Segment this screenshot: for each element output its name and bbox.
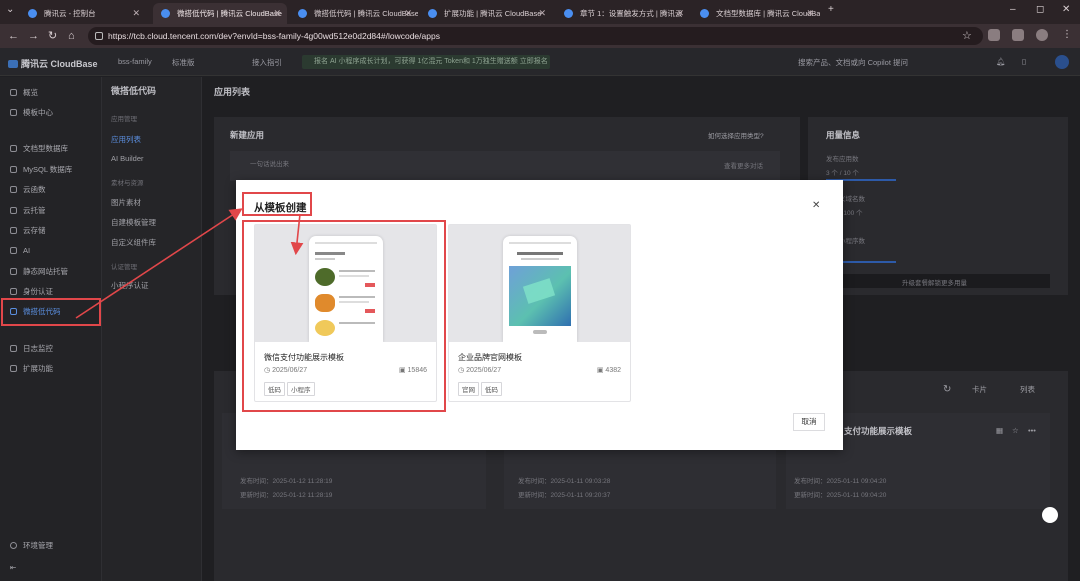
arrow-title-to-card [290, 213, 304, 256]
arrow-sidebar-to-title [75, 208, 243, 319]
annotation-arrows [75, 208, 304, 319]
